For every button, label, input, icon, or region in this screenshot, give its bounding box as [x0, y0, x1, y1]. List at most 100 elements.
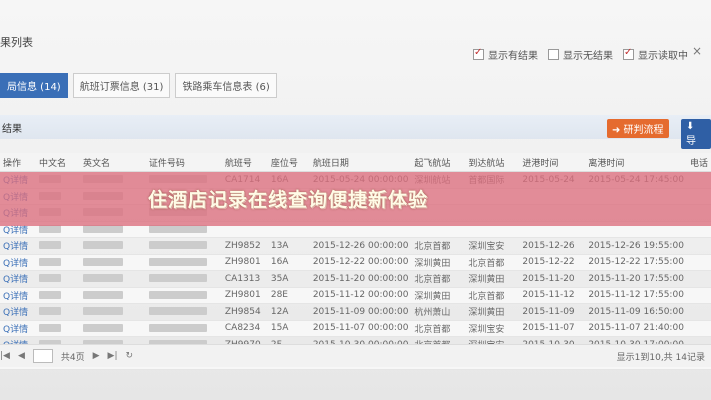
table-header-row: 操作 中文名 英文名 证件号码 航班号 座位号 航班日期 起飞航站 到达航站 进…	[0, 153, 711, 172]
cell-out-time: 2015-12-26 19:55:00	[585, 237, 687, 255]
col-header-flight-date: 航班日期	[309, 153, 412, 172]
cell-cn-name	[35, 320, 80, 337]
redacted-block	[82, 323, 123, 332]
cell-in-time: 2015-11-07	[519, 320, 586, 337]
cell-seat: 15A	[267, 320, 310, 337]
cell-arrive: 深圳黄田	[465, 270, 520, 288]
cell-cn-name	[35, 287, 80, 304]
cell-phone	[686, 287, 711, 304]
table-row: Q详情 ZH9854 12A 2015-11-09 00:00:00 杭州萧山 深圳黄田 2…	[0, 303, 711, 321]
details-link[interactable]: Q详情	[0, 303, 36, 321]
details-link[interactable]: Q详情	[0, 287, 36, 304]
cell-en-name	[79, 270, 146, 288]
tab-flight-info[interactable]: 航班订票信息 (31)	[72, 73, 171, 98]
redacted-block	[148, 241, 207, 250]
col-header-op: 操作	[0, 153, 36, 172]
prev-page-button[interactable]: ◀	[18, 351, 25, 361]
refresh-icon[interactable]: ↻	[126, 351, 134, 361]
checkbox-icon[interactable]	[548, 49, 559, 60]
panel-title: 果列表	[0, 36, 33, 49]
redacted-block	[82, 241, 123, 250]
details-link[interactable]: Q详情	[0, 320, 36, 337]
cell-flight-date: 2015-12-22 00:00:00	[309, 254, 412, 271]
analysis-button[interactable]: ➜ 研判流程	[607, 119, 669, 138]
close-icon[interactable]: ×	[692, 44, 702, 58]
checkbox-icon[interactable]	[473, 47, 484, 60]
filter-no-result[interactable]: 显示无结果	[548, 47, 613, 62]
cell-flight-date: 2015-11-12 00:00:00	[309, 287, 412, 304]
details-link[interactable]: Q详情	[0, 270, 36, 288]
cell-seat: 28E	[267, 287, 310, 304]
redacted-block	[148, 257, 207, 266]
last-page-button[interactable]: ▶|	[108, 351, 118, 361]
checkbox-icon[interactable]	[623, 47, 634, 60]
cell-phone	[686, 320, 711, 337]
filter-has-result[interactable]: 显示有结果	[473, 47, 538, 62]
table-row: Q详情 CA8234 15A 2015-11-07 00:00:00 北京首都 深圳宝安 2…	[0, 320, 711, 337]
cell-in-time: 2015-11-20	[519, 270, 586, 288]
redacted-block	[148, 323, 207, 332]
cell-in-time: 2015-11-09	[519, 303, 586, 321]
cell-id-no	[145, 303, 222, 321]
cell-depart: 深圳黄田	[411, 287, 466, 304]
filter-label: 显示读取中	[638, 51, 688, 62]
filter-loading[interactable]: 显示读取中	[623, 47, 688, 62]
page-input[interactable]	[32, 349, 53, 363]
table-row: Q详情 CA1313 35A 2015-11-20 00:00:00 北京首都 深圳黄田 2…	[0, 270, 711, 288]
cell-flight-date: 2015-12-26 00:00:00	[309, 237, 412, 255]
first-page-button[interactable]: |◀	[0, 351, 10, 361]
redacted-block	[38, 323, 61, 332]
redacted-block	[148, 307, 207, 316]
details-link[interactable]: Q详情	[0, 237, 36, 255]
pagination-bar: |◀ ◀ 共4页 ▶ ▶| ↻ 显示1到10,共 14记录	[0, 344, 711, 367]
cell-flight-no: ZH9801	[221, 254, 268, 271]
redacted-block	[38, 307, 61, 316]
col-header-phone: 电话	[686, 153, 711, 172]
col-header-depart: 起飞航站	[411, 153, 466, 172]
cell-flight-date: 2015-11-07 00:00:00	[309, 320, 412, 337]
cell-en-name	[79, 303, 146, 321]
details-link[interactable]: Q详情	[0, 254, 36, 271]
cell-arrive: 北京首都	[465, 254, 520, 271]
redacted-block	[82, 257, 123, 266]
redacted-block	[148, 290, 207, 299]
export-button[interactable]: ⬇ 导	[681, 119, 711, 149]
cell-phone	[686, 237, 711, 255]
app-window: 果列表 显示有结果 显示无结果 显示读取中 × 局信息 (14) 航班订票信息 …	[0, 0, 711, 400]
cell-out-time: 2015-11-20 17:55:00	[585, 270, 687, 288]
next-page-button[interactable]: ▶	[93, 351, 100, 361]
cell-cn-name	[35, 270, 80, 288]
cell-seat: 35A	[267, 270, 310, 288]
cell-cn-name	[35, 237, 80, 255]
tab-bar: 局信息 (14) 航班订票信息 (31) 铁路乘车信息表 (6)	[0, 73, 277, 98]
section-title: 结果	[2, 124, 22, 135]
cell-flight-date: 2015-11-09 00:00:00	[309, 303, 412, 321]
cell-out-time: 2015-12-22 17:55:00	[585, 254, 687, 271]
cell-seat: 12A	[267, 303, 310, 321]
redacted-block	[38, 257, 61, 266]
cell-flight-no: ZH9852	[221, 237, 268, 255]
cell-flight-no: ZH9801	[221, 287, 268, 304]
cell-arrive: 深圳黄田	[465, 303, 520, 321]
filter-label: 显示有结果	[488, 51, 538, 62]
redacted-block	[148, 274, 207, 283]
cell-cn-name	[35, 254, 80, 271]
cell-en-name	[79, 287, 146, 304]
cell-arrive: 北京首都	[465, 287, 520, 304]
cell-id-no	[145, 287, 222, 304]
cell-id-no	[145, 270, 222, 288]
cell-en-name	[79, 237, 146, 255]
cell-depart: 杭州萧山	[411, 303, 466, 321]
redacted-block	[38, 290, 61, 299]
cell-flight-no: ZH9854	[221, 303, 268, 321]
record-summary: 显示1到10,共 14记录	[616, 352, 705, 363]
cell-cn-name	[35, 303, 80, 321]
cell-phone	[686, 270, 711, 288]
cell-out-time: 2015-11-12 17:55:00	[585, 287, 687, 304]
cell-out-time: 2015-11-07 21:40:00	[585, 320, 687, 337]
cell-out-time: 2015-11-09 16:50:00	[585, 303, 687, 321]
col-header-seat: 座位号	[267, 153, 310, 172]
tab-hotel-info[interactable]: 局信息 (14)	[0, 73, 68, 98]
col-header-arrive: 到达航站	[465, 153, 520, 172]
tab-rail-info[interactable]: 铁路乘车信息表 (6)	[175, 73, 277, 98]
